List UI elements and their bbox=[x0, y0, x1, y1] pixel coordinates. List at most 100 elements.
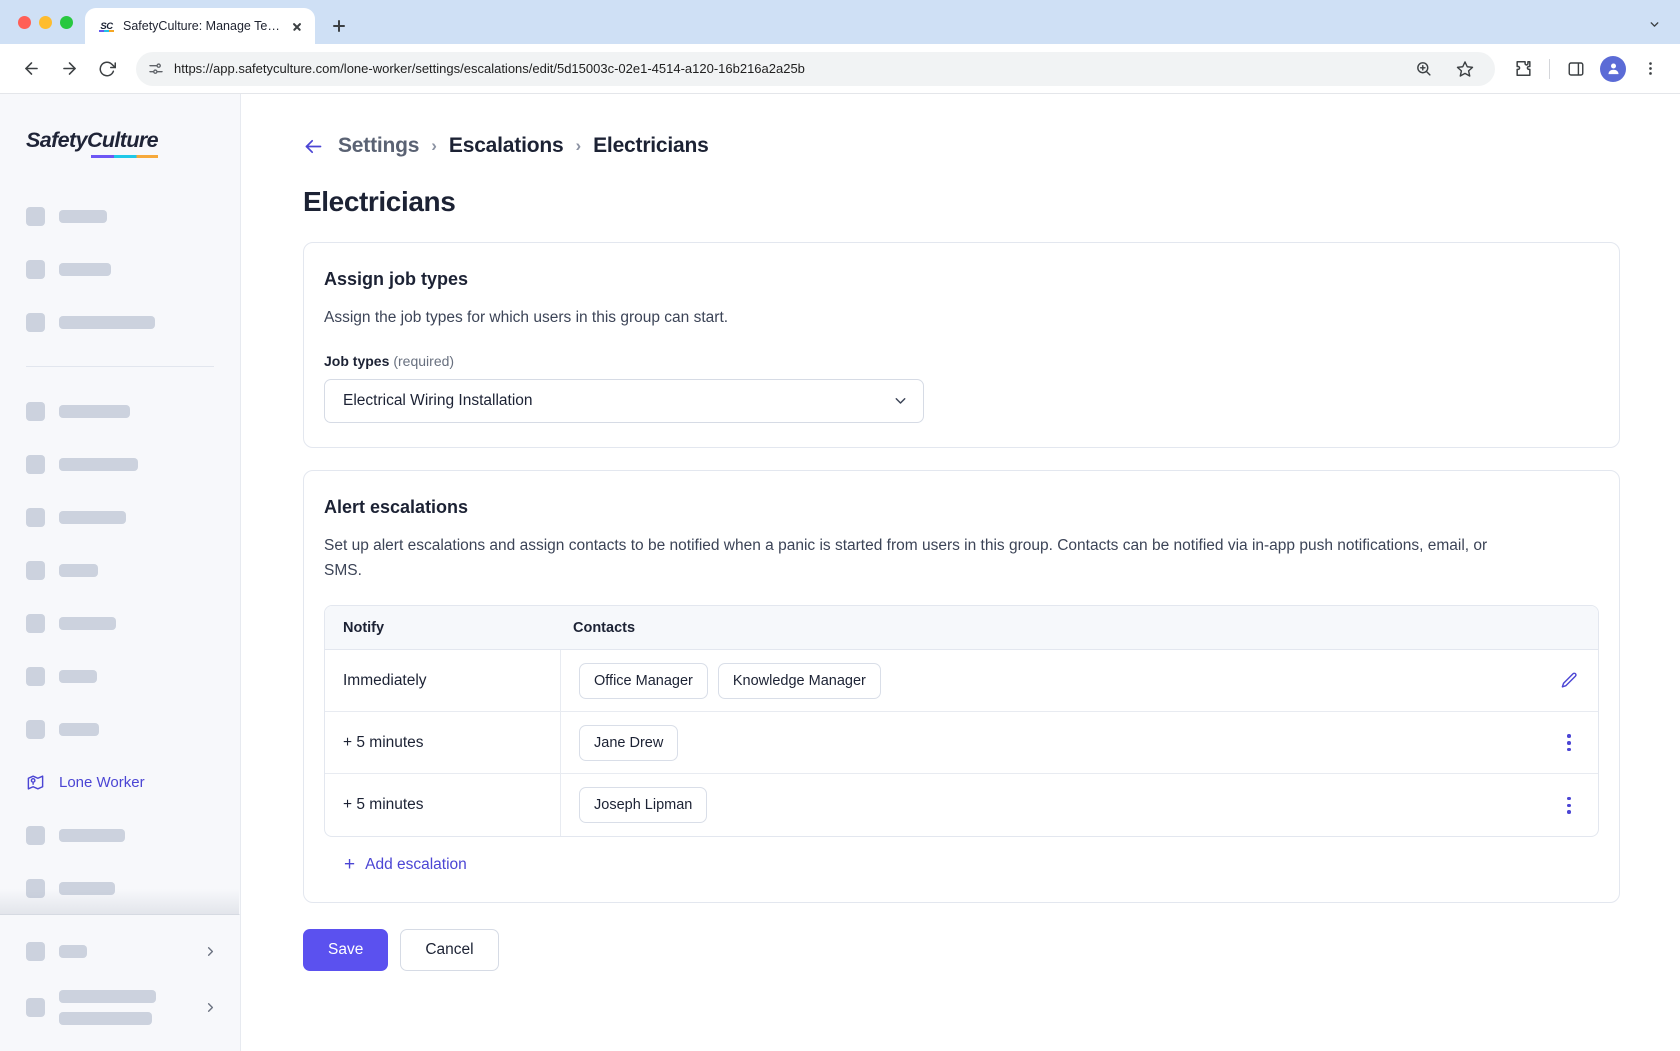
close-tab-icon[interactable] bbox=[288, 17, 306, 35]
skeleton-icon bbox=[26, 207, 45, 226]
job-types-selected-value: Electrical Wiring Installation bbox=[343, 391, 533, 409]
skeleton-label bbox=[59, 316, 155, 329]
add-escalation-button[interactable]: + Add escalation bbox=[344, 855, 467, 874]
sidebar-skeleton-item bbox=[0, 597, 240, 650]
toolbar-divider bbox=[1549, 58, 1550, 79]
chevron-down-icon[interactable] bbox=[892, 392, 909, 409]
job-types-label-text: Job types bbox=[324, 352, 390, 369]
three-dot-menu-icon[interactable] bbox=[1634, 53, 1666, 85]
main-content: Settings › Escalations › Electricians El… bbox=[241, 94, 1680, 1051]
escalation-contacts-cell: Jane Drew bbox=[561, 712, 1540, 773]
new-tab-button[interactable] bbox=[325, 12, 353, 40]
skeleton-label bbox=[59, 617, 116, 630]
sidebar-skeleton-item bbox=[0, 491, 240, 544]
breadcrumb-back-arrow-icon[interactable] bbox=[303, 136, 324, 157]
assign-job-types-title: Assign job types bbox=[324, 269, 469, 289]
sidebar-footer-item[interactable] bbox=[0, 923, 240, 979]
skeleton-sublabel bbox=[59, 1011, 152, 1025]
add-escalation-label: Add escalation bbox=[365, 855, 467, 873]
sidebar-item-label: Lone Worker bbox=[59, 774, 145, 791]
sidebar-nav: Lone Worker bbox=[0, 160, 240, 914]
job-types-field-label: Job types (required) bbox=[324, 353, 1599, 369]
minimize-window-button[interactable] bbox=[39, 15, 52, 29]
skeleton-icon bbox=[26, 561, 45, 580]
close-window-button[interactable] bbox=[18, 15, 31, 29]
kebab-menu-icon[interactable] bbox=[1540, 774, 1598, 836]
skeleton-label bbox=[59, 723, 99, 736]
safetyculture-logo[interactable]: SafetyCulture bbox=[0, 94, 240, 160]
table-row: + 5 minutes Jane Drew bbox=[325, 712, 1598, 775]
breadcrumb-separator: › bbox=[575, 136, 582, 155]
column-header-notify: Notify bbox=[343, 619, 385, 636]
logo-text-safety: Safety bbox=[26, 128, 88, 152]
sidebar-footer-item[interactable] bbox=[0, 979, 240, 1035]
zoom-in-icon[interactable] bbox=[1407, 53, 1439, 85]
skeleton-label bbox=[59, 944, 87, 958]
job-types-select[interactable]: Electrical Wiring Installation bbox=[324, 378, 924, 423]
chevron-right-icon[interactable] bbox=[203, 944, 218, 959]
breadcrumb-item-settings[interactable]: Settings bbox=[338, 134, 419, 158]
address-bar[interactable]: https://app.safetyculture.com/lone-worke… bbox=[136, 51, 1495, 86]
assign-job-types-description: Assign the job types for which users in … bbox=[324, 309, 729, 326]
edit-pencil-icon[interactable] bbox=[1540, 650, 1598, 711]
kebab-menu-icon[interactable] bbox=[1540, 712, 1598, 773]
cancel-button[interactable]: Cancel bbox=[400, 929, 499, 972]
skeleton-label bbox=[59, 263, 111, 276]
maximize-window-button[interactable] bbox=[60, 15, 73, 29]
address-bar-url: https://app.safetyculture.com/lone-worke… bbox=[174, 61, 805, 76]
tab-list-chevron-down-icon[interactable] bbox=[1642, 12, 1666, 36]
browser-tab[interactable]: SC SafetyCulture: Manage Teams and... bbox=[85, 8, 315, 44]
app-sidebar: SafetyCulture Lone Worker bbox=[0, 94, 241, 1051]
escalation-notify-value: + 5 minutes bbox=[325, 774, 561, 837]
breadcrumb-item-escalations[interactable]: Escalations bbox=[449, 134, 564, 158]
skeleton-icon bbox=[26, 313, 45, 332]
contact-chip[interactable]: Knowledge Manager bbox=[717, 662, 881, 699]
escalation-notify-value: + 5 minutes bbox=[325, 712, 561, 774]
contact-chip[interactable]: Jane Drew bbox=[579, 724, 679, 761]
site-settings-icon[interactable] bbox=[148, 61, 164, 77]
skeleton-label bbox=[59, 458, 138, 471]
skeleton-label bbox=[59, 670, 97, 683]
skeleton-label bbox=[59, 405, 130, 418]
sidebar-skeleton-item bbox=[0, 544, 240, 597]
logo-text-culture: Culture bbox=[86, 128, 159, 152]
breadcrumb: Settings › Escalations › Electricians bbox=[303, 134, 1620, 158]
alert-escalations-title: Alert escalations bbox=[324, 496, 469, 517]
contact-chip[interactable]: Office Manager bbox=[579, 662, 708, 699]
escalation-contacts-cell: Joseph Lipman bbox=[561, 774, 1540, 836]
forward-arrow-icon[interactable] bbox=[52, 52, 86, 86]
reload-icon[interactable] bbox=[90, 52, 124, 86]
table-row: Immediately Office Manager Knowledge Man… bbox=[325, 650, 1598, 713]
skeleton-icon bbox=[26, 402, 45, 421]
sidebar-item-lone-worker[interactable]: Lone Worker bbox=[0, 756, 240, 809]
sidebar-skeleton-item bbox=[0, 809, 240, 862]
skeleton-icon bbox=[26, 667, 45, 686]
sidebar-skeleton-item bbox=[0, 703, 240, 756]
breadcrumb-separator: › bbox=[431, 136, 437, 155]
alert-escalations-card: Alert escalations Set up alert escalatio… bbox=[303, 469, 1620, 904]
side-panel-icon[interactable] bbox=[1560, 53, 1592, 85]
form-actions: Save Cancel bbox=[303, 929, 1620, 972]
back-arrow-icon[interactable] bbox=[14, 52, 48, 86]
save-button[interactable]: Save bbox=[303, 929, 389, 972]
chevron-right-icon[interactable] bbox=[203, 1000, 218, 1015]
app-page: SafetyCulture Lone Worker Settings › Esc… bbox=[0, 94, 1680, 1051]
skeleton-label bbox=[59, 989, 156, 1003]
skeleton-icon bbox=[26, 260, 45, 279]
assign-job-types-card: Assign job types Assign the job types fo… bbox=[303, 242, 1620, 448]
profile-avatar-icon[interactable] bbox=[1600, 55, 1626, 82]
browser-window: SC SafetyCulture: Manage Teams and... ht… bbox=[0, 0, 1680, 1051]
extensions-puzzle-icon[interactable] bbox=[1507, 53, 1539, 85]
contact-chip[interactable]: Joseph Lipman bbox=[579, 787, 708, 824]
skeleton-icon bbox=[26, 997, 45, 1017]
sidebar-footer bbox=[0, 889, 240, 1051]
sidebar-skeleton-item bbox=[0, 650, 240, 703]
star-icon[interactable] bbox=[1449, 53, 1481, 85]
sidebar-skeleton-item bbox=[0, 438, 240, 491]
skeleton-icon bbox=[26, 826, 45, 845]
sidebar-skeleton-item bbox=[0, 243, 240, 296]
job-types-required-text: (required) bbox=[393, 352, 455, 369]
sidebar-skeleton-item bbox=[0, 296, 240, 349]
page-title: Electricians bbox=[303, 186, 456, 217]
browser-tab-title: SafetyCulture: Manage Teams and... bbox=[123, 19, 280, 33]
